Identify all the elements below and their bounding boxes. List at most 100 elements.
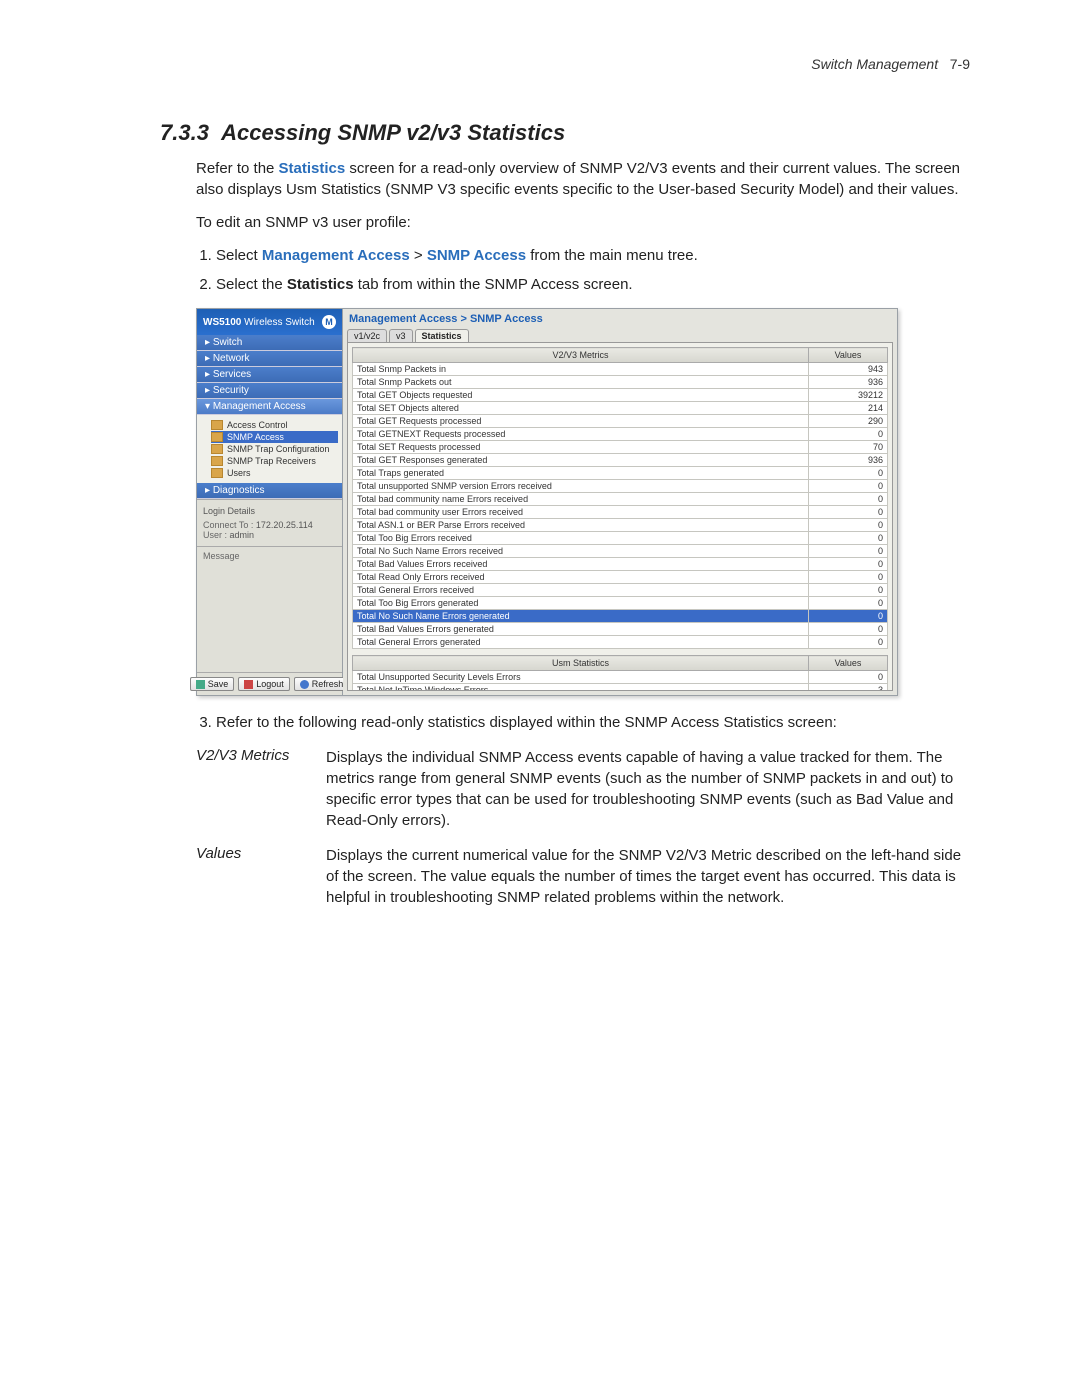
tree-item-snmp-trap-receivers[interactable]: SNMP Trap Receivers (211, 455, 338, 467)
logout-button[interactable]: Logout (238, 677, 290, 691)
usm-statistics-table: Usm Statistics Values Total Unsupported … (352, 655, 888, 691)
brand-logo-icon: M (322, 315, 336, 329)
value-cell: 290 (809, 415, 888, 428)
value-cell: 0 (809, 558, 888, 571)
value-cell: 70 (809, 441, 888, 454)
breadcrumb: Management Access > SNMP Access (343, 309, 897, 329)
folder-icon (211, 456, 223, 466)
sidebar-item-management-access[interactable]: ▾ Management Access (197, 399, 342, 415)
sidebar-item-services[interactable]: ▸ Services (197, 367, 342, 383)
step-1: Select Management Access > SNMP Access f… (216, 245, 970, 268)
login-details: Login Details Connect To : 172.20.25.114… (197, 499, 342, 546)
value-cell: 0 (809, 545, 888, 558)
refresh-button[interactable]: Refresh (294, 677, 350, 691)
definition-row: V2/V3 Metrics Displays the individual SN… (196, 747, 970, 831)
value-cell: 0 (809, 428, 888, 441)
sidebar-item-security[interactable]: ▸ Security (197, 383, 342, 399)
sidebar-buttons: Save Logout Refresh (197, 672, 342, 695)
intro-paragraph: Refer to the Statistics screen for a rea… (196, 158, 970, 200)
table-row[interactable]: Total Not InTime Windows Errors3 (353, 684, 888, 692)
table-row[interactable]: Total Too Big Errors received0 (353, 532, 888, 545)
table-row[interactable]: Total Bad Values Errors generated0 (353, 623, 888, 636)
tab-statistics[interactable]: Statistics (415, 329, 469, 342)
metric-cell: Total SET Requests processed (353, 441, 809, 454)
tree-item-snmp-trap-configuration[interactable]: SNMP Trap Configuration (211, 443, 338, 455)
table-row[interactable]: Total SET Requests processed70 (353, 441, 888, 454)
def-desc-metrics: Displays the individual SNMP Access even… (326, 747, 970, 831)
table-row[interactable]: Total GET Responses generated936 (353, 454, 888, 467)
user-value: admin (230, 530, 255, 540)
tree-item-access-control[interactable]: Access Control (211, 419, 338, 431)
tab-v3[interactable]: v3 (389, 329, 413, 342)
refresh-icon (300, 680, 309, 689)
def-term-values: Values (196, 845, 326, 908)
definition-row: Values Displays the current numerical va… (196, 845, 970, 908)
metric-cell: Total Unsupported Security Levels Errors (353, 671, 809, 684)
step-3: Refer to the following read-only statist… (216, 712, 970, 735)
tree-item-snmp-access[interactable]: SNMP Access (211, 431, 338, 443)
sidebar-item-diagnostics[interactable]: ▸ Diagnostics (197, 483, 342, 499)
col-values: Values (809, 348, 888, 363)
metric-cell: Total Not InTime Windows Errors (353, 684, 809, 692)
table-row[interactable]: Total Snmp Packets out936 (353, 376, 888, 389)
message-box: Message (197, 546, 342, 672)
table-row[interactable]: Total SET Objects altered214 (353, 402, 888, 415)
metric-cell: Total Snmp Packets in (353, 363, 809, 376)
metric-cell: Total bad community name Errors received (353, 493, 809, 506)
table-row[interactable]: Total No Such Name Errors received0 (353, 545, 888, 558)
table-row[interactable]: Total GETNEXT Requests processed0 (353, 428, 888, 441)
metric-cell: Total unsupported SNMP version Errors re… (353, 480, 809, 493)
table-row[interactable]: Total Traps generated0 (353, 467, 888, 480)
table-row[interactable]: Total GET Objects requested39212 (353, 389, 888, 402)
value-cell: 3 (809, 684, 888, 692)
folder-icon (211, 444, 223, 454)
logout-icon (244, 680, 253, 689)
value-cell: 0 (809, 493, 888, 506)
metric-cell: Total GET Responses generated (353, 454, 809, 467)
table-row[interactable]: Total General Errors generated0 (353, 636, 888, 649)
value-cell: 0 (809, 636, 888, 649)
value-cell: 214 (809, 402, 888, 415)
def-desc-values: Displays the current numerical value for… (326, 845, 970, 908)
table-row[interactable]: Total Too Big Errors generated0 (353, 597, 888, 610)
save-button[interactable]: Save (190, 677, 235, 691)
value-cell: 0 (809, 584, 888, 597)
table-row[interactable]: Total ASN.1 or BER Parse Errors received… (353, 519, 888, 532)
value-cell: 0 (809, 571, 888, 584)
value-cell: 0 (809, 519, 888, 532)
table-row[interactable]: Total Snmp Packets in943 (353, 363, 888, 376)
metric-cell: Total Traps generated (353, 467, 809, 480)
tree-item-users[interactable]: Users (211, 467, 338, 479)
metric-cell: Total SET Objects altered (353, 402, 809, 415)
metric-cell: Total Read Only Errors received (353, 571, 809, 584)
value-cell: 0 (809, 671, 888, 684)
table-row[interactable]: Total GET Requests processed290 (353, 415, 888, 428)
table-row[interactable]: Total Bad Values Errors received0 (353, 558, 888, 571)
value-cell: 39212 (809, 389, 888, 402)
v2v3-metrics-table: V2/V3 Metrics Values Total Snmp Packets … (352, 347, 888, 649)
step-2: Select the Statistics tab from within th… (216, 274, 970, 297)
nav: ▸ Switch ▸ Network ▸ Services ▸ Security… (197, 335, 342, 499)
value-cell: 936 (809, 454, 888, 467)
table-row[interactable]: Total Read Only Errors received0 (353, 571, 888, 584)
table-row[interactable]: Total No Such Name Errors generated0 (353, 610, 888, 623)
table-row[interactable]: Total Unsupported Security Levels Errors… (353, 671, 888, 684)
table-row[interactable]: Total General Errors received0 (353, 584, 888, 597)
main-panel: Management Access > SNMP Access v1/v2c v… (343, 309, 897, 695)
metric-cell: Total General Errors received (353, 584, 809, 597)
steps-list: Select Management Access > SNMP Access f… (196, 245, 970, 296)
col-usm: Usm Statistics (353, 656, 809, 671)
value-cell: 0 (809, 597, 888, 610)
table-row[interactable]: Total bad community user Errors received… (353, 506, 888, 519)
app-screenshot: WS5100 Wireless Switch M ▸ Switch ▸ Netw… (196, 308, 898, 696)
tab-v1v2[interactable]: v1/v2c (347, 329, 387, 342)
save-icon (196, 680, 205, 689)
table-row[interactable]: Total unsupported SNMP version Errors re… (353, 480, 888, 493)
sidebar-item-switch[interactable]: ▸ Switch (197, 335, 342, 351)
sidebar-item-network[interactable]: ▸ Network (197, 351, 342, 367)
value-cell: 0 (809, 506, 888, 519)
col-usm-values: Values (809, 656, 888, 671)
statistics-panel: V2/V3 Metrics Values Total Snmp Packets … (347, 342, 893, 691)
table-row[interactable]: Total bad community name Errors received… (353, 493, 888, 506)
value-cell: 943 (809, 363, 888, 376)
